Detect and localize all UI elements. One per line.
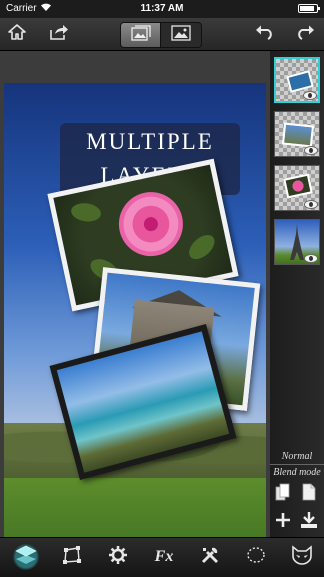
home-icon	[8, 23, 26, 45]
add-layer-icon	[275, 512, 291, 533]
layers-tool-button[interactable]	[12, 544, 40, 570]
layer-thumb-2[interactable]	[274, 165, 320, 211]
copy-layer-icon	[302, 483, 316, 506]
select-tool-button[interactable]	[242, 544, 270, 570]
add-layer-button[interactable]	[272, 511, 294, 533]
layer-thumb-4[interactable]	[274, 57, 320, 103]
copy-layer-button[interactable]	[298, 483, 320, 505]
rose-flower	[112, 186, 189, 263]
undo-button[interactable]	[252, 22, 278, 46]
merge-down-button[interactable]	[298, 511, 320, 533]
status-bar: Carrier 11:37 AM	[0, 0, 324, 18]
layers-view-icon	[131, 24, 151, 46]
blend-mode-label: Blend mode	[273, 467, 321, 478]
blend-mode-selector[interactable]: Normal Blend mode	[270, 451, 324, 485]
transform-icon	[62, 545, 82, 569]
mask-icon	[291, 544, 313, 570]
duplicate-layer-button[interactable]	[272, 483, 294, 505]
gear-icon	[108, 545, 128, 570]
bottom-toolbar: Fx	[0, 537, 324, 577]
view-mode-toggle	[120, 22, 202, 48]
blend-mode-value: Normal	[270, 451, 324, 465]
layers-icon	[15, 545, 37, 570]
image-view-icon	[171, 24, 191, 46]
merge-down-icon	[300, 511, 318, 534]
share-icon	[49, 24, 69, 45]
visibility-eye-icon[interactable]	[304, 254, 318, 263]
layer-thumb-1[interactable]	[274, 219, 320, 265]
layers-view-button[interactable]	[121, 23, 161, 47]
duplicate-layer-icon	[275, 483, 291, 506]
work-area: Multiple Layers	[0, 51, 270, 561]
clock: 11:37 AM	[140, 3, 184, 14]
tools-icon	[200, 545, 220, 570]
visibility-eye-icon[interactable]	[304, 200, 318, 209]
visibility-eye-icon[interactable]	[303, 91, 317, 100]
fx-tool-label: Fx	[154, 548, 174, 565]
layers-panel: Normal Blend mode	[270, 51, 324, 537]
redo-icon	[295, 24, 315, 45]
tools-tool-button[interactable]	[196, 544, 224, 570]
mask-tool-button[interactable]	[288, 544, 316, 570]
undo-icon	[255, 24, 275, 45]
redo-button[interactable]	[292, 22, 318, 46]
visibility-eye-icon[interactable]	[304, 146, 318, 155]
home-button[interactable]	[4, 22, 30, 46]
fx-tool-button[interactable]: Fx	[150, 544, 178, 570]
transform-tool-button[interactable]	[58, 544, 86, 570]
layer-thumb-3[interactable]	[274, 111, 320, 157]
share-button[interactable]	[46, 22, 72, 46]
battery-icon	[298, 4, 320, 13]
adjust-tool-button[interactable]	[104, 544, 132, 570]
image-view-button[interactable]	[161, 23, 201, 47]
lasso-icon	[246, 546, 266, 569]
image-canvas[interactable]: Multiple Layers	[4, 83, 266, 561]
top-toolbar	[0, 18, 324, 51]
